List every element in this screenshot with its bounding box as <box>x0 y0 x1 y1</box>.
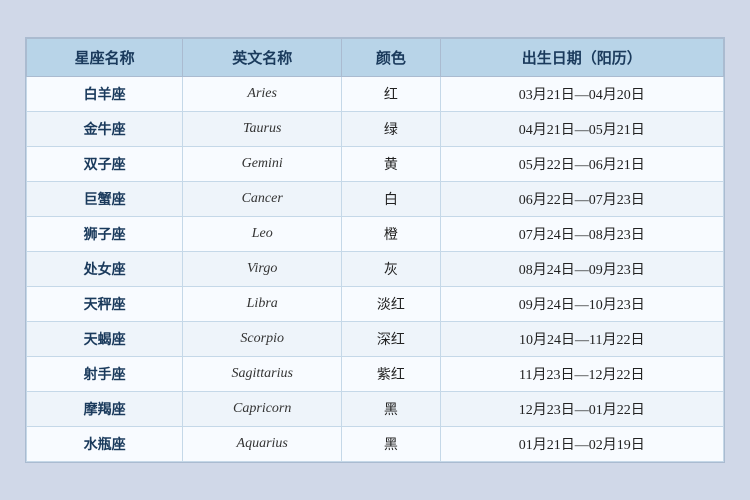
cell-dates: 09月24日—10月23日 <box>440 287 723 322</box>
cell-chinese: 处女座 <box>27 252 183 287</box>
cell-color: 黑 <box>342 392 440 427</box>
cell-chinese: 金牛座 <box>27 112 183 147</box>
table-row: 天蝎座Scorpio深红10月24日—11月22日 <box>27 322 724 357</box>
cell-english: Aries <box>183 77 342 112</box>
cell-english: Capricorn <box>183 392 342 427</box>
table-row: 处女座Virgo灰08月24日—09月23日 <box>27 252 724 287</box>
table-row: 白羊座Aries红03月21日—04月20日 <box>27 77 724 112</box>
cell-color: 红 <box>342 77 440 112</box>
cell-color: 黑 <box>342 427 440 462</box>
cell-chinese: 狮子座 <box>27 217 183 252</box>
zodiac-table: 星座名称 英文名称 颜色 出生日期（阳历） 白羊座Aries红03月21日—04… <box>26 38 724 462</box>
cell-dates: 10月24日—11月22日 <box>440 322 723 357</box>
cell-color: 白 <box>342 182 440 217</box>
cell-english: Leo <box>183 217 342 252</box>
table-row: 射手座Sagittarius紫红11月23日—12月22日 <box>27 357 724 392</box>
col-header-english: 英文名称 <box>183 39 342 77</box>
cell-english: Libra <box>183 287 342 322</box>
cell-dates: 11月23日—12月22日 <box>440 357 723 392</box>
col-header-chinese: 星座名称 <box>27 39 183 77</box>
zodiac-table-body: 白羊座Aries红03月21日—04月20日金牛座Taurus绿04月21日—0… <box>27 77 724 462</box>
cell-english: Cancer <box>183 182 342 217</box>
col-header-color: 颜色 <box>342 39 440 77</box>
cell-chinese: 巨蟹座 <box>27 182 183 217</box>
col-header-dates: 出生日期（阳历） <box>440 39 723 77</box>
cell-dates: 12月23日—01月22日 <box>440 392 723 427</box>
table-row: 摩羯座Capricorn黑12月23日—01月22日 <box>27 392 724 427</box>
cell-english: Gemini <box>183 147 342 182</box>
table-row: 双子座Gemini黄05月22日—06月21日 <box>27 147 724 182</box>
cell-color: 灰 <box>342 252 440 287</box>
cell-dates: 08月24日—09月23日 <box>440 252 723 287</box>
cell-chinese: 水瓶座 <box>27 427 183 462</box>
cell-color: 黄 <box>342 147 440 182</box>
cell-chinese: 双子座 <box>27 147 183 182</box>
cell-dates: 01月21日—02月19日 <box>440 427 723 462</box>
cell-chinese: 天秤座 <box>27 287 183 322</box>
cell-color: 绿 <box>342 112 440 147</box>
cell-dates: 06月22日—07月23日 <box>440 182 723 217</box>
cell-color: 紫红 <box>342 357 440 392</box>
zodiac-table-container: 星座名称 英文名称 颜色 出生日期（阳历） 白羊座Aries红03月21日—04… <box>25 37 725 463</box>
cell-color: 橙 <box>342 217 440 252</box>
cell-english: Sagittarius <box>183 357 342 392</box>
table-row: 金牛座Taurus绿04月21日—05月21日 <box>27 112 724 147</box>
cell-dates: 05月22日—06月21日 <box>440 147 723 182</box>
cell-english: Taurus <box>183 112 342 147</box>
cell-color: 淡红 <box>342 287 440 322</box>
cell-chinese: 白羊座 <box>27 77 183 112</box>
table-header-row: 星座名称 英文名称 颜色 出生日期（阳历） <box>27 39 724 77</box>
cell-dates: 07月24日—08月23日 <box>440 217 723 252</box>
cell-english: Scorpio <box>183 322 342 357</box>
table-row: 狮子座Leo橙07月24日—08月23日 <box>27 217 724 252</box>
cell-dates: 04月21日—05月21日 <box>440 112 723 147</box>
cell-english: Aquarius <box>183 427 342 462</box>
cell-chinese: 天蝎座 <box>27 322 183 357</box>
table-row: 巨蟹座Cancer白06月22日—07月23日 <box>27 182 724 217</box>
cell-color: 深红 <box>342 322 440 357</box>
cell-chinese: 摩羯座 <box>27 392 183 427</box>
cell-english: Virgo <box>183 252 342 287</box>
table-row: 水瓶座Aquarius黑01月21日—02月19日 <box>27 427 724 462</box>
table-row: 天秤座Libra淡红09月24日—10月23日 <box>27 287 724 322</box>
cell-chinese: 射手座 <box>27 357 183 392</box>
cell-dates: 03月21日—04月20日 <box>440 77 723 112</box>
